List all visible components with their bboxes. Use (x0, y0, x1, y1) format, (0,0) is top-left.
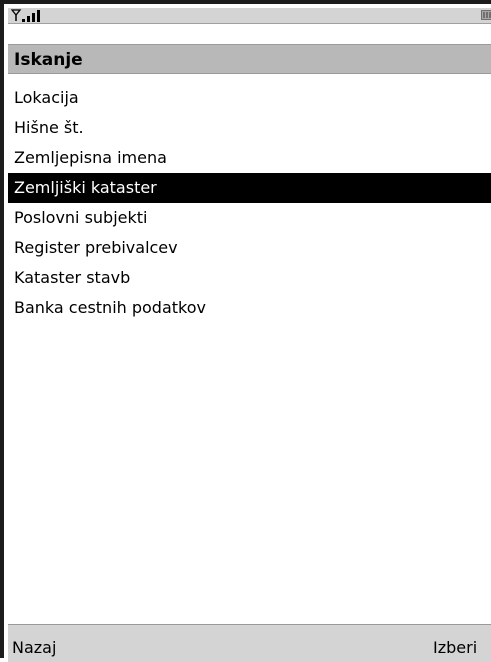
menu-item[interactable]: Banka cestnih podatkov (8, 293, 491, 323)
title-bar: Iskanje (8, 44, 491, 74)
menu-item[interactable]: Poslovni subjekti (8, 203, 491, 233)
menu-item[interactable]: Register prebivalcev (8, 233, 491, 263)
menu-item[interactable]: Hišne št. (8, 113, 491, 143)
back-softkey[interactable]: Nazaj (12, 638, 56, 658)
battery-icon (481, 10, 491, 20)
menu-item[interactable]: Zemljiški kataster (8, 173, 491, 203)
signal-strength-icon (11, 9, 51, 22)
phone-screen: Iskanje LokacijaHišne št.Zemljepisna ime… (0, 0, 491, 658)
select-softkey[interactable]: Izberi (433, 638, 491, 658)
menu-item[interactable]: Kataster stavb (8, 263, 491, 293)
status-bar (8, 8, 491, 24)
menu-list: LokacijaHišne št.Zemljepisna imenaZemlji… (8, 83, 491, 323)
menu-item[interactable]: Zemljepisna imena (8, 143, 491, 173)
page-title: Iskanje (14, 50, 83, 70)
softkey-bar: Nazaj Izberi (8, 624, 491, 662)
menu-item[interactable]: Lokacija (8, 83, 491, 113)
